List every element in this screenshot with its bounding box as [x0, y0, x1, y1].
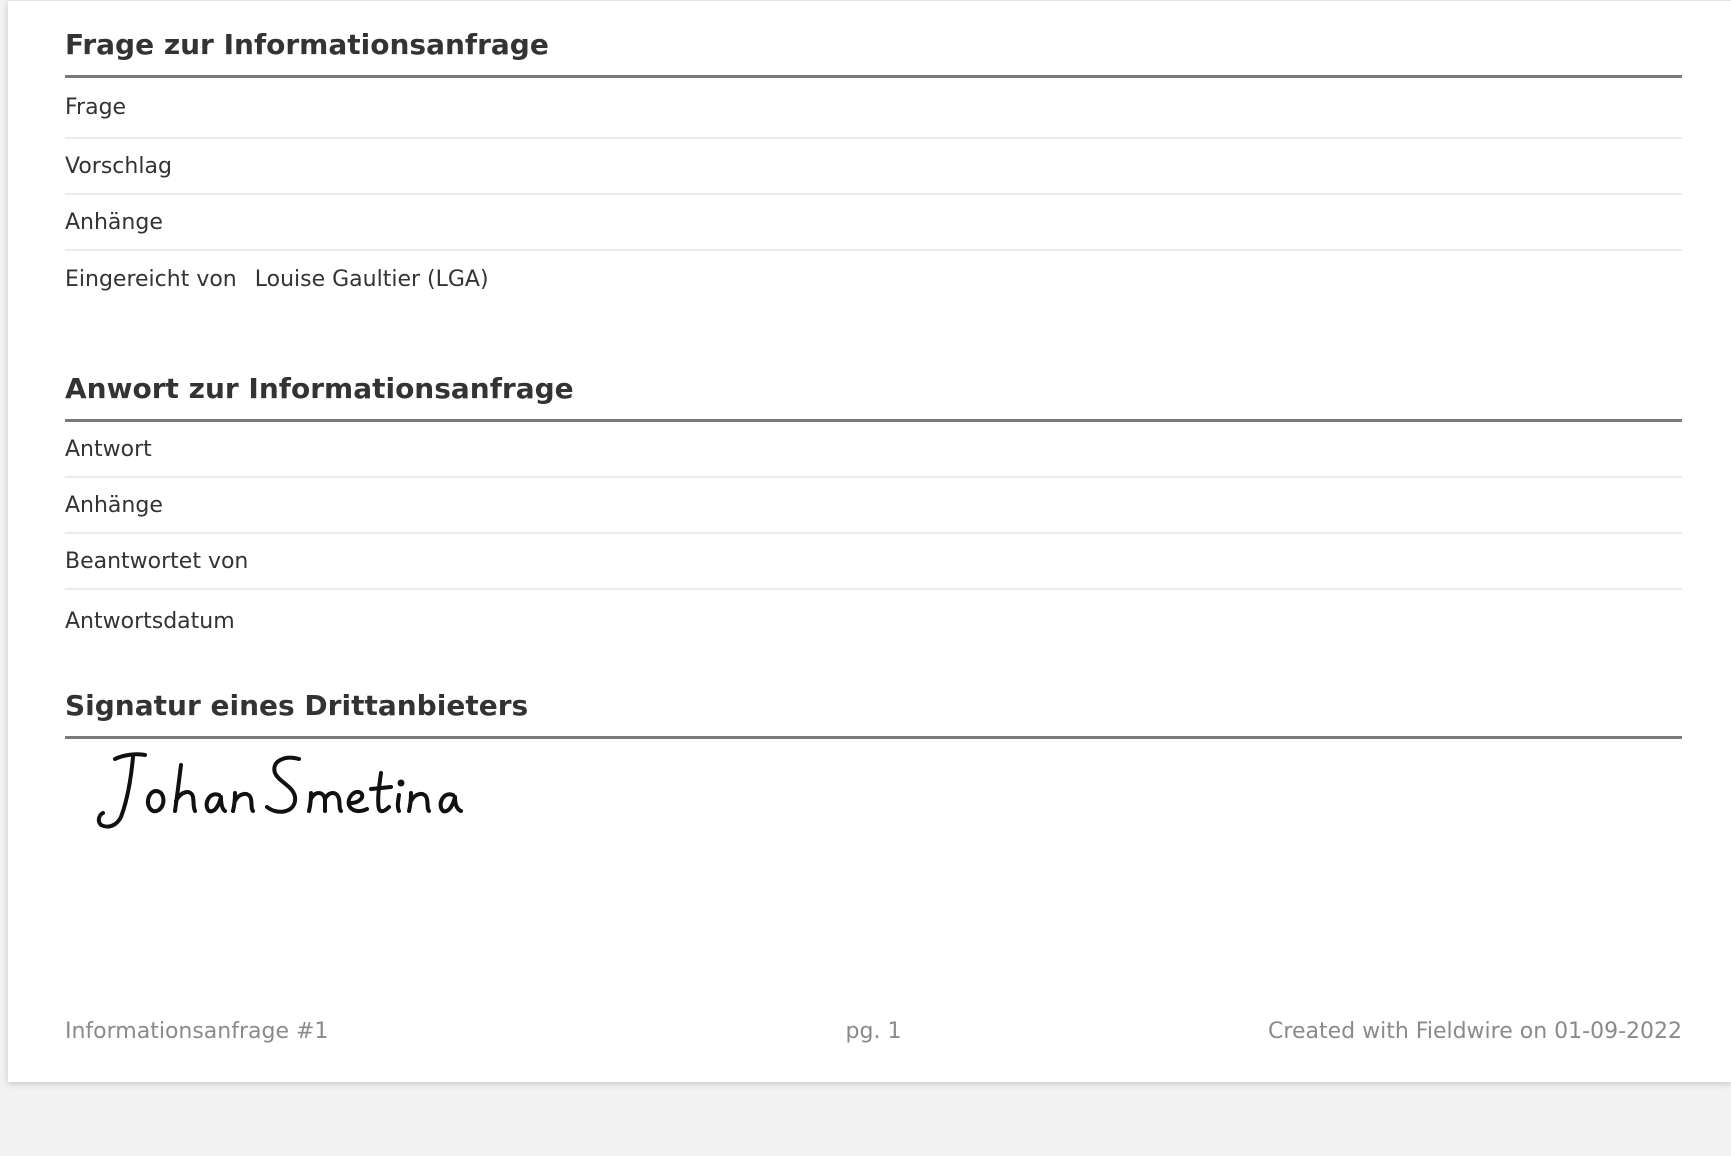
submitted-by-value: Louise Gaultier (LGA) [254, 266, 489, 292]
answer-label: Antwort [65, 436, 152, 462]
document-page: Frage zur Informationsanfrage Frage Vors… [8, 0, 1731, 1082]
answered-by-label: Beantwortet von [65, 548, 249, 574]
signature-section-title: Signatur eines Drittanbieters [65, 686, 1682, 739]
footer-document-ref: Informationsanfrage #1 [65, 1019, 329, 1044]
question-row: Frage [65, 78, 1682, 139]
question-label: Frage [65, 95, 127, 120]
question-section-title: Frage zur Informationsanfrage [65, 25, 1682, 78]
answer-attachments-row: Anhänge [65, 478, 1682, 534]
signature-section: Signatur eines Drittanbieters [65, 686, 1682, 849]
question-attachments-row: Anhänge [65, 195, 1682, 251]
question-attachments-label: Anhänge [65, 209, 163, 235]
proposal-row: Vorschlag [65, 139, 1682, 195]
answer-attachments-label: Anhänge [65, 492, 163, 518]
footer-created-note: Created with Fieldwire on 01-09-2022 [1268, 1019, 1682, 1044]
proposal-label: Vorschlag [65, 153, 172, 179]
answer-section-title: Anwort zur Informationsanfrage [65, 369, 1682, 422]
answer-date-label: Antwortsdatum [65, 608, 235, 634]
submitted-by-row: Eingereicht von Louise Gaultier (LGA) [65, 251, 1682, 307]
answered-by-row: Beantwortet von [65, 534, 1682, 590]
submitted-by-label: Eingereicht von [65, 266, 237, 292]
answer-row: Antwort [65, 422, 1682, 478]
signature-image [96, 752, 463, 829]
answer-section: Anwort zur Informationsanfrage Antwort A… [65, 369, 1682, 652]
page-footer: Informationsanfrage #1 pg. 1 Created wit… [65, 1019, 1682, 1055]
footer-page-number: pg. 1 [845, 1019, 902, 1044]
question-section: Frage zur Informationsanfrage Frage Vors… [65, 25, 1682, 307]
signature-box [65, 739, 1682, 849]
answer-date-row: Antwortsdatum [65, 590, 1682, 652]
